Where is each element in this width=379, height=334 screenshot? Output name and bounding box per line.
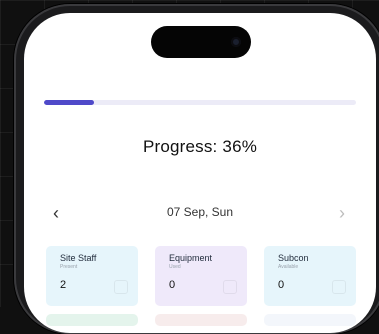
card-subtitle: Used: [169, 264, 181, 270]
camera-icon: [231, 37, 241, 47]
card-value: 0: [278, 279, 285, 291]
dynamic-island: [151, 26, 251, 58]
app-screen: Progress: 36% ‹ 07 Sep, Sun › Site Staff…: [24, 13, 376, 333]
chevron-right-icon[interactable]: ›: [330, 201, 354, 225]
stat-card-partial[interactable]: [264, 314, 356, 326]
stat-card-site-staff[interactable]: Site Staff Present 2: [46, 246, 138, 306]
subcontractor-icon: [332, 280, 346, 294]
stat-card-subcon[interactable]: Subcon Available 0: [264, 246, 356, 306]
card-title: Subcon: [278, 253, 309, 263]
date-label: 07 Sep, Sun: [166, 205, 234, 219]
progress-bar: [44, 100, 356, 105]
progress-bar-fill: [44, 100, 94, 105]
stat-card-partial[interactable]: [46, 314, 138, 326]
stat-card-equipment[interactable]: Equipment Used 0: [155, 246, 247, 306]
stat-card-partial[interactable]: [155, 314, 247, 326]
card-value: 2: [60, 279, 67, 291]
equipment-icon: [223, 280, 237, 294]
card-subtitle: Available: [278, 264, 299, 270]
people-icon: [114, 280, 128, 294]
card-value: 0: [169, 279, 176, 291]
date-navigator: ‹ 07 Sep, Sun ›: [24, 201, 376, 225]
card-title: Equipment: [169, 253, 213, 263]
card-title: Site Staff: [60, 253, 97, 263]
progress-label: Progress: 36%: [142, 137, 258, 156]
card-subtitle: Present: [60, 264, 78, 270]
